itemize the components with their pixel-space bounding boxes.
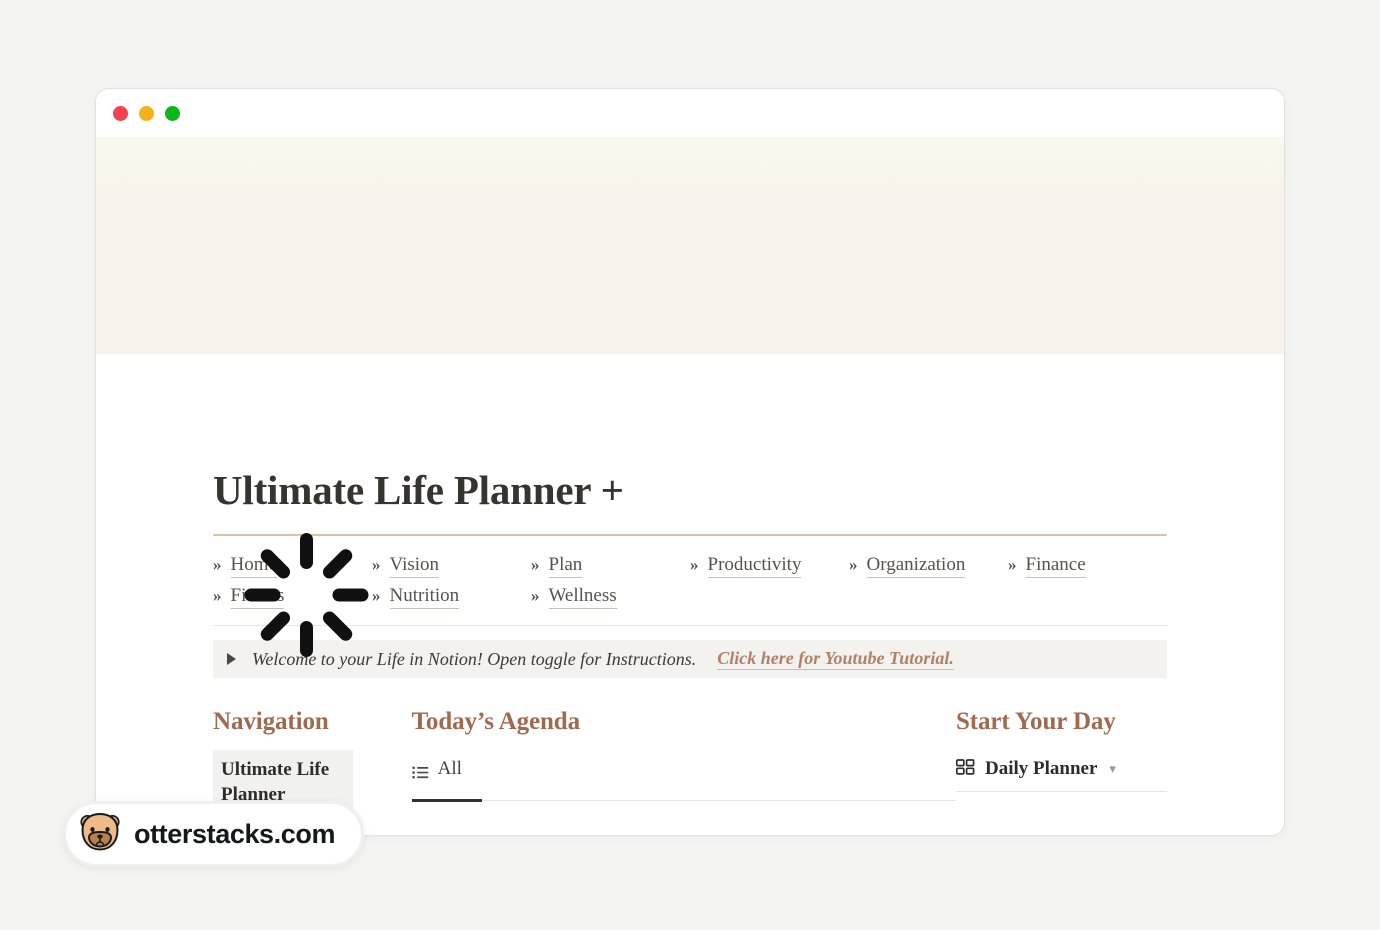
quick-link-label: Productivity [707, 554, 802, 579]
loading-spinner-icon [242, 531, 370, 659]
quick-link-label: Plan [548, 554, 583, 579]
double-chevron-icon: » [213, 586, 222, 606]
double-chevron-icon: » [849, 555, 858, 575]
daily-planner-item[interactable]: Daily Planner ▾ [955, 758, 1167, 791]
list-view-icon [411, 763, 429, 779]
chevron-down-icon[interactable]: ▾ [1109, 761, 1116, 777]
double-chevron-icon: » [1008, 555, 1017, 575]
close-window-button[interactable] [113, 105, 128, 121]
tab-active-indicator [411, 799, 482, 803]
quick-link-label: Finance [1025, 554, 1086, 579]
quick-link-finance[interactable]: » Finance [1008, 554, 1167, 579]
double-chevron-icon: » [531, 586, 540, 606]
agenda-heading: Today’s Agenda [411, 708, 580, 736]
minimize-window-button[interactable] [139, 105, 154, 121]
quick-link-vision[interactable]: » Vision [372, 554, 531, 579]
quick-link-label: Wellness [548, 585, 617, 610]
page-title: Ultimate Life Planner + [213, 467, 624, 513]
tab-baseline [411, 800, 956, 802]
start-your-day-column: Start Your Day Daily Planner ▾ [955, 708, 1167, 816]
start-your-day-divider [956, 791, 1167, 793]
window-titlebar [96, 89, 1284, 137]
dashboard-columns: Navigation Ultimate Life Planner Today’s… [213, 708, 1167, 817]
quick-link-organization[interactable]: » Organization [849, 554, 1008, 579]
watermark-badge: otterstacks.com [63, 801, 365, 867]
browser-window: Ultimate Life Planner + » Home » Vision … [95, 88, 1285, 836]
double-chevron-icon: » [690, 555, 699, 575]
double-chevron-icon: » [213, 555, 222, 575]
tab-all[interactable]: All [411, 758, 462, 791]
triangle-right-icon[interactable] [227, 653, 236, 666]
start-your-day-heading: Start Your Day [956, 708, 1116, 736]
double-chevron-icon: » [531, 555, 540, 575]
page-body: Ultimate Life Planner + » Home » Vision … [96, 354, 1284, 835]
navigation-heading: Navigation [213, 708, 329, 736]
watermark-text: otterstacks.com [134, 818, 336, 849]
daily-planner-label: Daily Planner [985, 758, 1098, 780]
gallery-grid-icon [955, 758, 975, 780]
quick-link-label: Vision [389, 554, 440, 579]
maximize-window-button[interactable] [165, 105, 180, 121]
double-chevron-icon: » [372, 586, 381, 606]
agenda-column: Today’s Agenda All [411, 708, 956, 816]
double-chevron-icon: » [372, 555, 381, 575]
quick-link-nutrition[interactable]: » Nutrition [372, 585, 531, 610]
youtube-tutorial-link[interactable]: Click here for Youtube Tutorial. [717, 648, 954, 671]
quick-link-productivity[interactable]: » Productivity [690, 554, 849, 579]
agenda-tab-row: All [411, 758, 956, 803]
tab-all-label: All [437, 758, 462, 780]
quick-link-label: Organization [866, 554, 966, 579]
page-cover-banner [96, 137, 1284, 354]
quick-link-label: Nutrition [389, 585, 460, 610]
quick-link-plan[interactable]: » Plan [531, 554, 690, 579]
quick-link-wellness[interactable]: » Wellness [531, 585, 690, 610]
otter-face-icon [79, 811, 121, 858]
